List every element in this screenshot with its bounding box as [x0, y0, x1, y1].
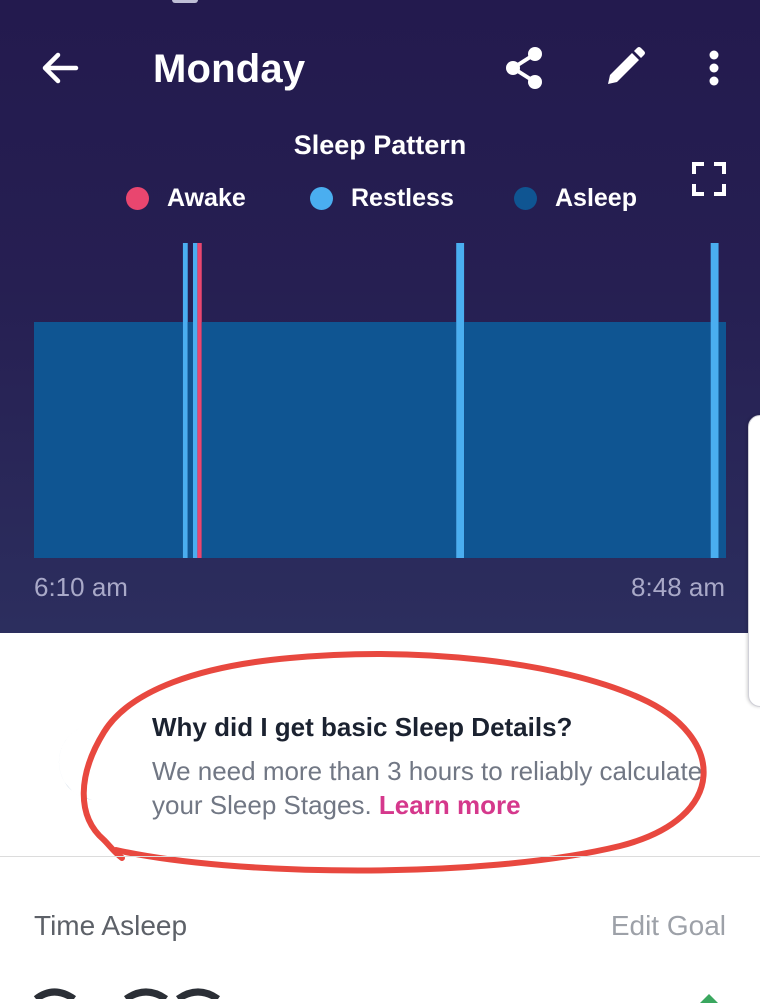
legend-label-awake: Awake	[167, 183, 246, 212]
page-title: Monday	[153, 47, 306, 91]
status-bar-indicator	[172, 0, 198, 3]
sleep-segment-asleep-7	[464, 322, 711, 558]
sleep-segment-asleep-0	[34, 322, 183, 558]
basic-sleep-info-title: Why did I get basic Sleep Details?	[152, 712, 573, 742]
legend-dot-asleep	[514, 186, 537, 210]
legend-dot-restless	[310, 186, 333, 210]
legend-label-asleep: Asleep	[555, 183, 637, 212]
sleep-pattern-chart	[34, 243, 726, 558]
basic-sleep-info-body: We need more than 3 hours to reliably ca…	[152, 754, 712, 822]
x-axis-end-label: 8:48 am	[631, 572, 725, 602]
goal-indicator-icon	[700, 990, 718, 1003]
more-options-icon[interactable]	[690, 44, 738, 92]
sleep-segment-asleep-9	[718, 322, 726, 558]
legend-item-asleep: Asleep	[514, 182, 637, 214]
section-divider	[0, 856, 760, 857]
sleep-segment-restless-6	[456, 243, 465, 558]
sleep-segment-restless-1	[182, 243, 188, 558]
edit-pencil-icon[interactable]	[600, 44, 648, 92]
legend-item-restless: Restless	[310, 182, 454, 214]
time-asleep-value-cropped	[30, 983, 230, 999]
legend-item-awake: Awake	[126, 182, 246, 214]
chart-title: Sleep Pattern	[293, 130, 467, 160]
learn-more-link[interactable]: Learn more	[379, 790, 521, 820]
sleep-segment-awake-4	[197, 243, 202, 558]
time-asleep-label: Time Asleep	[34, 910, 188, 941]
scrollbar-handle[interactable]	[748, 415, 760, 707]
sleep-segment-asleep-5	[201, 322, 457, 558]
sleep-segment-restless-3	[192, 243, 198, 558]
x-axis-start-label: 6:10 am	[34, 572, 128, 602]
sleep-segment-asleep-2	[187, 322, 193, 558]
share-icon[interactable]	[500, 44, 548, 92]
fullscreen-expand-icon[interactable]	[686, 156, 732, 202]
legend-label-restless: Restless	[351, 183, 454, 212]
back-arrow-icon[interactable]	[36, 44, 84, 92]
edit-goal-link[interactable]: Edit Goal	[611, 910, 726, 942]
legend-dot-awake	[126, 186, 149, 210]
moon-icon	[40, 720, 120, 810]
sleep-header-panel: Monday Sleep Pattern Awake Restless Asle…	[0, 0, 760, 633]
sleep-segment-restless-8	[710, 243, 719, 558]
